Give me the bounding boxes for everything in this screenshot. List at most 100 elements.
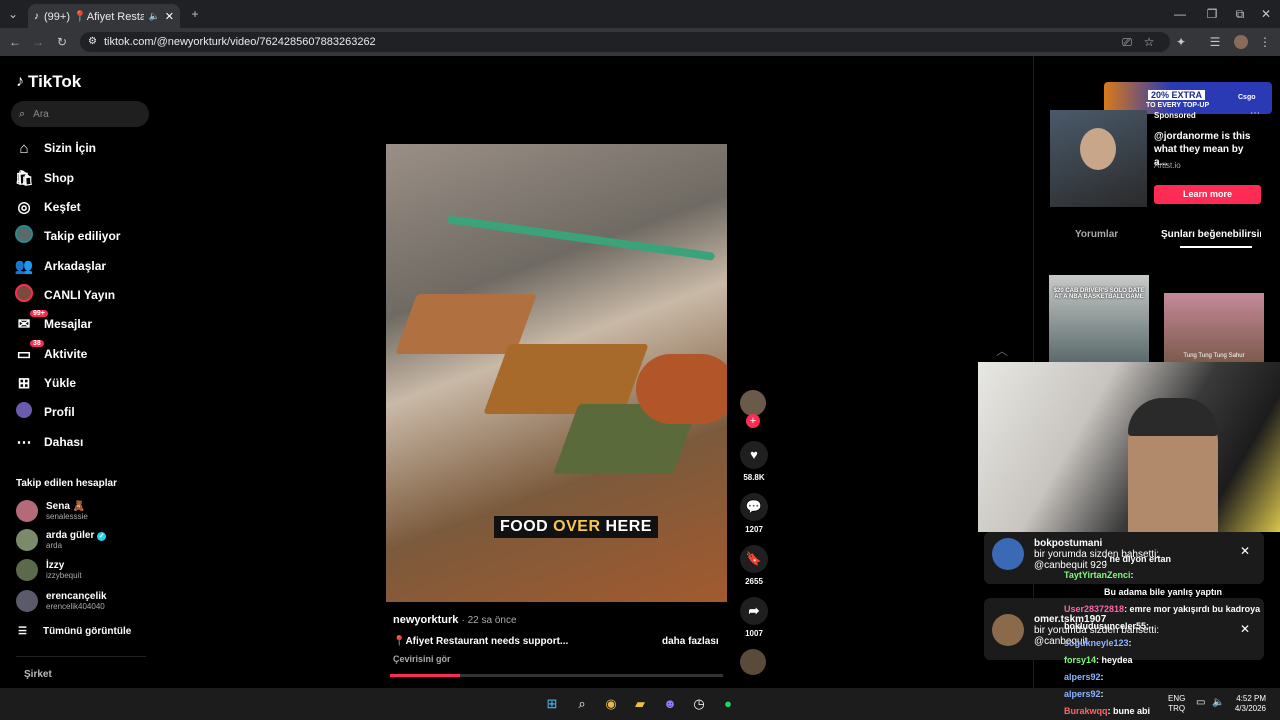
nav-kesfet[interactable]: ◎ Keşfet bbox=[14, 195, 80, 219]
ad-thumbnail[interactable] bbox=[1050, 110, 1147, 207]
clock[interactable]: 4:52 PM 4/3/2026 bbox=[1226, 694, 1266, 714]
see-all-link[interactable]: ☰ Tümünü görüntüle bbox=[18, 626, 131, 637]
nav-mesajlar[interactable]: ✉ 99+ Mesajlar bbox=[14, 310, 92, 336]
suggested-video-thumbnail[interactable]: $20 CAB DRIVER'S SOLO DATE AT A NBA BASK… bbox=[1049, 275, 1149, 363]
menu-icon[interactable]: ⋮ bbox=[1256, 32, 1274, 52]
upload-icon: ⊞ bbox=[17, 375, 31, 392]
chat-message: alpers92: bbox=[1064, 689, 1104, 699]
tab-close-icon[interactable]: ✕ bbox=[165, 10, 174, 23]
nav-yukle[interactable]: ⊞ Yükle bbox=[14, 371, 76, 395]
file-explorer-icon[interactable]: ▰ bbox=[630, 694, 650, 714]
follow-plus-icon[interactable]: + bbox=[746, 414, 760, 428]
nav-shop[interactable]: 🛍 Shop bbox=[14, 166, 74, 190]
chat-text: : bbox=[1128, 638, 1132, 648]
minimize-icon[interactable]: — bbox=[1170, 4, 1190, 24]
volume-icon[interactable]: 🔈 bbox=[1212, 697, 1224, 708]
close-icon[interactable]: ✕ bbox=[1240, 622, 1250, 636]
caption-text: HERE bbox=[600, 518, 652, 535]
nav-label: CANLI Yayın bbox=[44, 288, 116, 302]
account-name: Sena 🧸 bbox=[46, 501, 86, 512]
nav-arkadaslar[interactable]: 👥 Arkadaşlar bbox=[14, 254, 106, 278]
chat-user: alpers92 bbox=[1064, 672, 1101, 682]
account-item[interactable]: Sena 🧸 senalesssie bbox=[16, 498, 88, 524]
windows-start-icon[interactable]: ⊞ bbox=[542, 694, 562, 714]
tab-suggested[interactable]: Şunları beğenebilirsin bbox=[1161, 229, 1261, 240]
new-tab-icon[interactable]: + bbox=[186, 4, 204, 24]
chat-user: forsy14 bbox=[1064, 655, 1097, 665]
profile-avatar[interactable] bbox=[1234, 35, 1248, 49]
close-icon[interactable]: ✕ bbox=[1240, 544, 1250, 558]
chat-message: User28372818: emre mor yakışırdı bu kadr… bbox=[1064, 604, 1260, 614]
lang-secondary: TRQ bbox=[1168, 704, 1186, 713]
more-icon: ⋯ bbox=[16, 434, 32, 451]
browser-tab[interactable]: ♪ (99+) 📍Afiyet Restaurant n 🔈 ✕ bbox=[28, 4, 180, 28]
close-window-icon[interactable]: ✕ bbox=[1256, 4, 1276, 24]
suggested-video-thumbnail[interactable]: Tung Tung Tung Sahur bbox=[1164, 293, 1264, 363]
save-button[interactable]: 🔖 2655 bbox=[738, 545, 770, 586]
nav-canli-yayin[interactable]: CANLI Yayın bbox=[14, 283, 115, 307]
thumbnail-text: Tung Tung Tung Sahur bbox=[1183, 353, 1245, 359]
more-link[interactable]: daha fazlası bbox=[662, 636, 719, 647]
list-icon: ☰ bbox=[18, 626, 27, 637]
webcam-overlay bbox=[978, 362, 1280, 532]
sound-avatar[interactable] bbox=[740, 649, 766, 675]
search-input[interactable]: ⌕ Ara bbox=[11, 101, 149, 127]
learn-more-button[interactable]: Learn more bbox=[1154, 185, 1261, 204]
chat-text: : bbox=[1100, 689, 1104, 699]
cast-icon[interactable]: ⎚ bbox=[1118, 32, 1136, 52]
tiktok-logo[interactable]: ♪ TikTok bbox=[16, 72, 81, 92]
followed-accounts-title: Takip edilen hesaplar bbox=[16, 478, 117, 489]
search-icon: ⌕ bbox=[19, 107, 26, 120]
tab-comments[interactable]: Yorumlar bbox=[1075, 229, 1118, 240]
share-button[interactable]: ➦ 1007 bbox=[738, 597, 770, 638]
nav-sizin-icin[interactable]: ⌂ Sizin İçin bbox=[14, 136, 96, 160]
nav-profil[interactable]: Profil bbox=[14, 400, 75, 424]
nav-dahasi[interactable]: ⋯ Dahası bbox=[14, 430, 84, 454]
account-item[interactable]: arda güler ✓ arda bbox=[16, 527, 107, 553]
nav-aktivite[interactable]: ▭ 38 Aktivite bbox=[14, 340, 87, 366]
video-author[interactable]: newyorkturk bbox=[393, 614, 458, 626]
company-link[interactable]: Şirket bbox=[24, 669, 52, 680]
avatar bbox=[16, 590, 38, 612]
tab-restore-icon[interactable]: ⧉ bbox=[1230, 4, 1250, 24]
creator-avatar[interactable] bbox=[740, 390, 766, 416]
account-item[interactable]: İzzy izzybequit bbox=[16, 557, 82, 583]
chevron-up-icon[interactable]: ︿ bbox=[996, 342, 1008, 359]
nav-label: Profil bbox=[44, 405, 75, 419]
chrome-icon[interactable]: ◉ bbox=[601, 694, 621, 714]
activity-icon: ▭ 38 bbox=[14, 340, 44, 363]
account-item[interactable]: erencançelik erencelik404040 bbox=[16, 588, 107, 614]
chat-user: sogukneyle123 bbox=[1064, 638, 1129, 648]
restore-icon[interactable]: ❐ bbox=[1202, 4, 1222, 24]
extensions-icon[interactable]: ✦ bbox=[1172, 32, 1190, 52]
bookmark-star-icon[interactable]: ☆ bbox=[1140, 32, 1158, 52]
video-time: · 22 sa önce bbox=[461, 615, 517, 626]
translate-link[interactable]: Çevirisini gör bbox=[393, 654, 451, 664]
share-count: 1007 bbox=[745, 629, 763, 638]
like-button[interactable]: ♥ 58.8K bbox=[738, 441, 770, 482]
more-options-icon[interactable]: ⋯ bbox=[1250, 108, 1260, 119]
audio-icon[interactable]: 🔈 bbox=[149, 11, 160, 22]
back-icon[interactable]: ← bbox=[5, 32, 25, 52]
account-user: erencelik404040 bbox=[46, 602, 105, 611]
site-info-icon[interactable]: ⚙ bbox=[88, 32, 97, 52]
nav-takip-ediliyor[interactable]: Takip ediliyor bbox=[14, 224, 120, 248]
progress-bar[interactable] bbox=[390, 674, 723, 677]
comment-button[interactable]: 💬 1207 bbox=[738, 493, 770, 534]
search-icon[interactable]: ⌕ bbox=[572, 694, 592, 714]
reading-list-icon[interactable]: ☰ bbox=[1206, 32, 1224, 52]
progress-fill bbox=[390, 674, 460, 677]
video-food-plate bbox=[636, 354, 727, 424]
discord-icon[interactable]: ☻ bbox=[660, 694, 680, 714]
spotify-icon[interactable]: ● bbox=[718, 694, 738, 714]
comment-count: 1207 bbox=[745, 525, 763, 534]
language-indicator[interactable]: ENG TRQ bbox=[1168, 694, 1185, 714]
forward-icon[interactable]: → bbox=[28, 32, 48, 52]
like-count: 58.8K bbox=[743, 473, 765, 482]
tab-list-icon[interactable]: ⌄ bbox=[4, 4, 22, 24]
network-icon[interactable]: ▭ bbox=[1196, 697, 1205, 708]
address-bar[interactable]: ⚙ tiktok.com/@newyorkturk/video/76242856… bbox=[80, 32, 1170, 52]
reload-icon[interactable]: ↻ bbox=[52, 32, 72, 52]
bookmark-icon: 🔖 bbox=[740, 545, 768, 573]
clock-app-icon[interactable]: ◷ bbox=[689, 694, 709, 714]
